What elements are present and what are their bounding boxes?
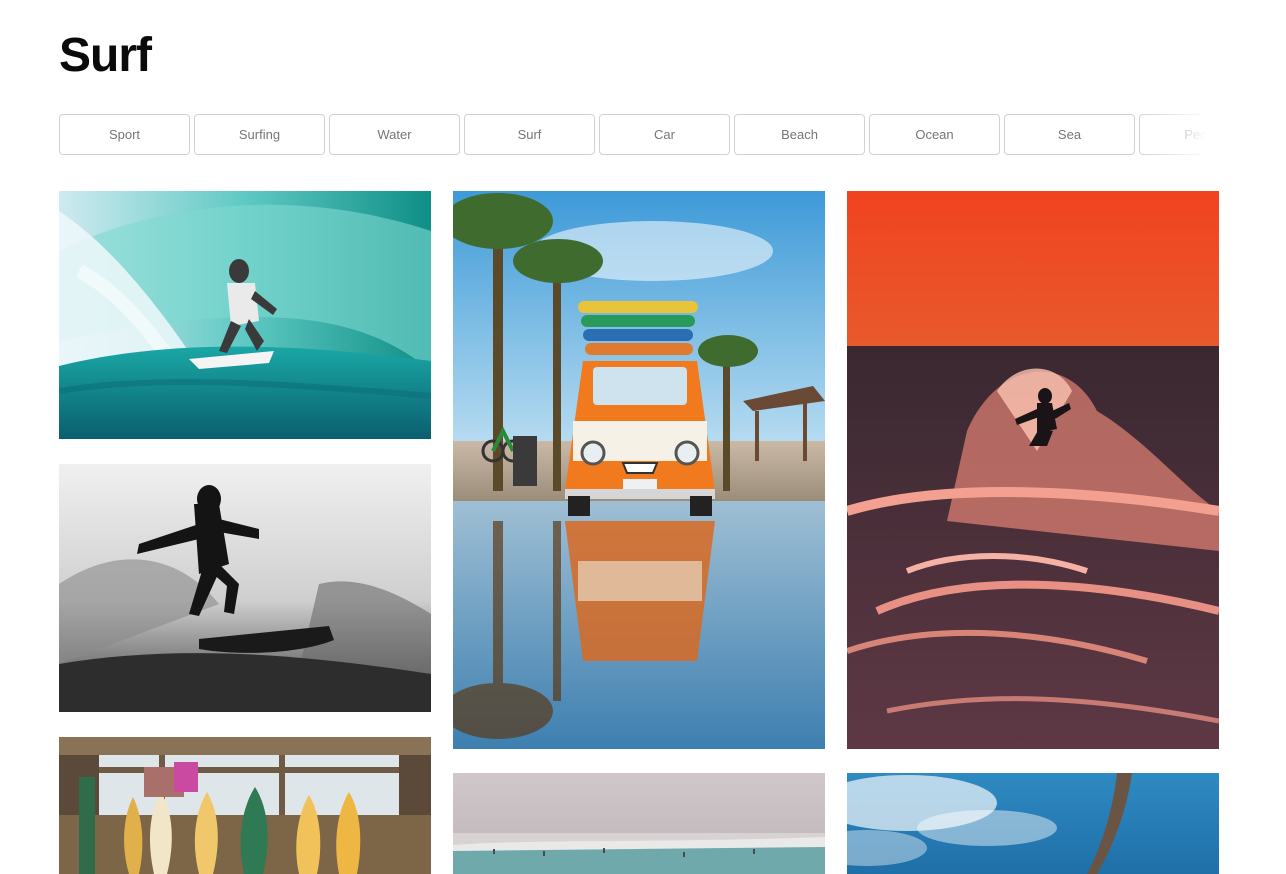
photo-surfer-at-sunset[interactable] bbox=[847, 191, 1219, 749]
photo-palm-tree-sky[interactable] bbox=[847, 773, 1219, 874]
photo-gallery bbox=[0, 0, 1286, 874]
photo-orange-van-with-surfboards[interactable] bbox=[453, 191, 825, 749]
photo-surfer-in-barrel-wave[interactable] bbox=[59, 191, 431, 439]
photo-surfboard-rack[interactable] bbox=[59, 737, 431, 874]
photo-surfer-black-and-white[interactable] bbox=[59, 464, 431, 712]
photo-hazy-beach[interactable] bbox=[453, 773, 825, 874]
